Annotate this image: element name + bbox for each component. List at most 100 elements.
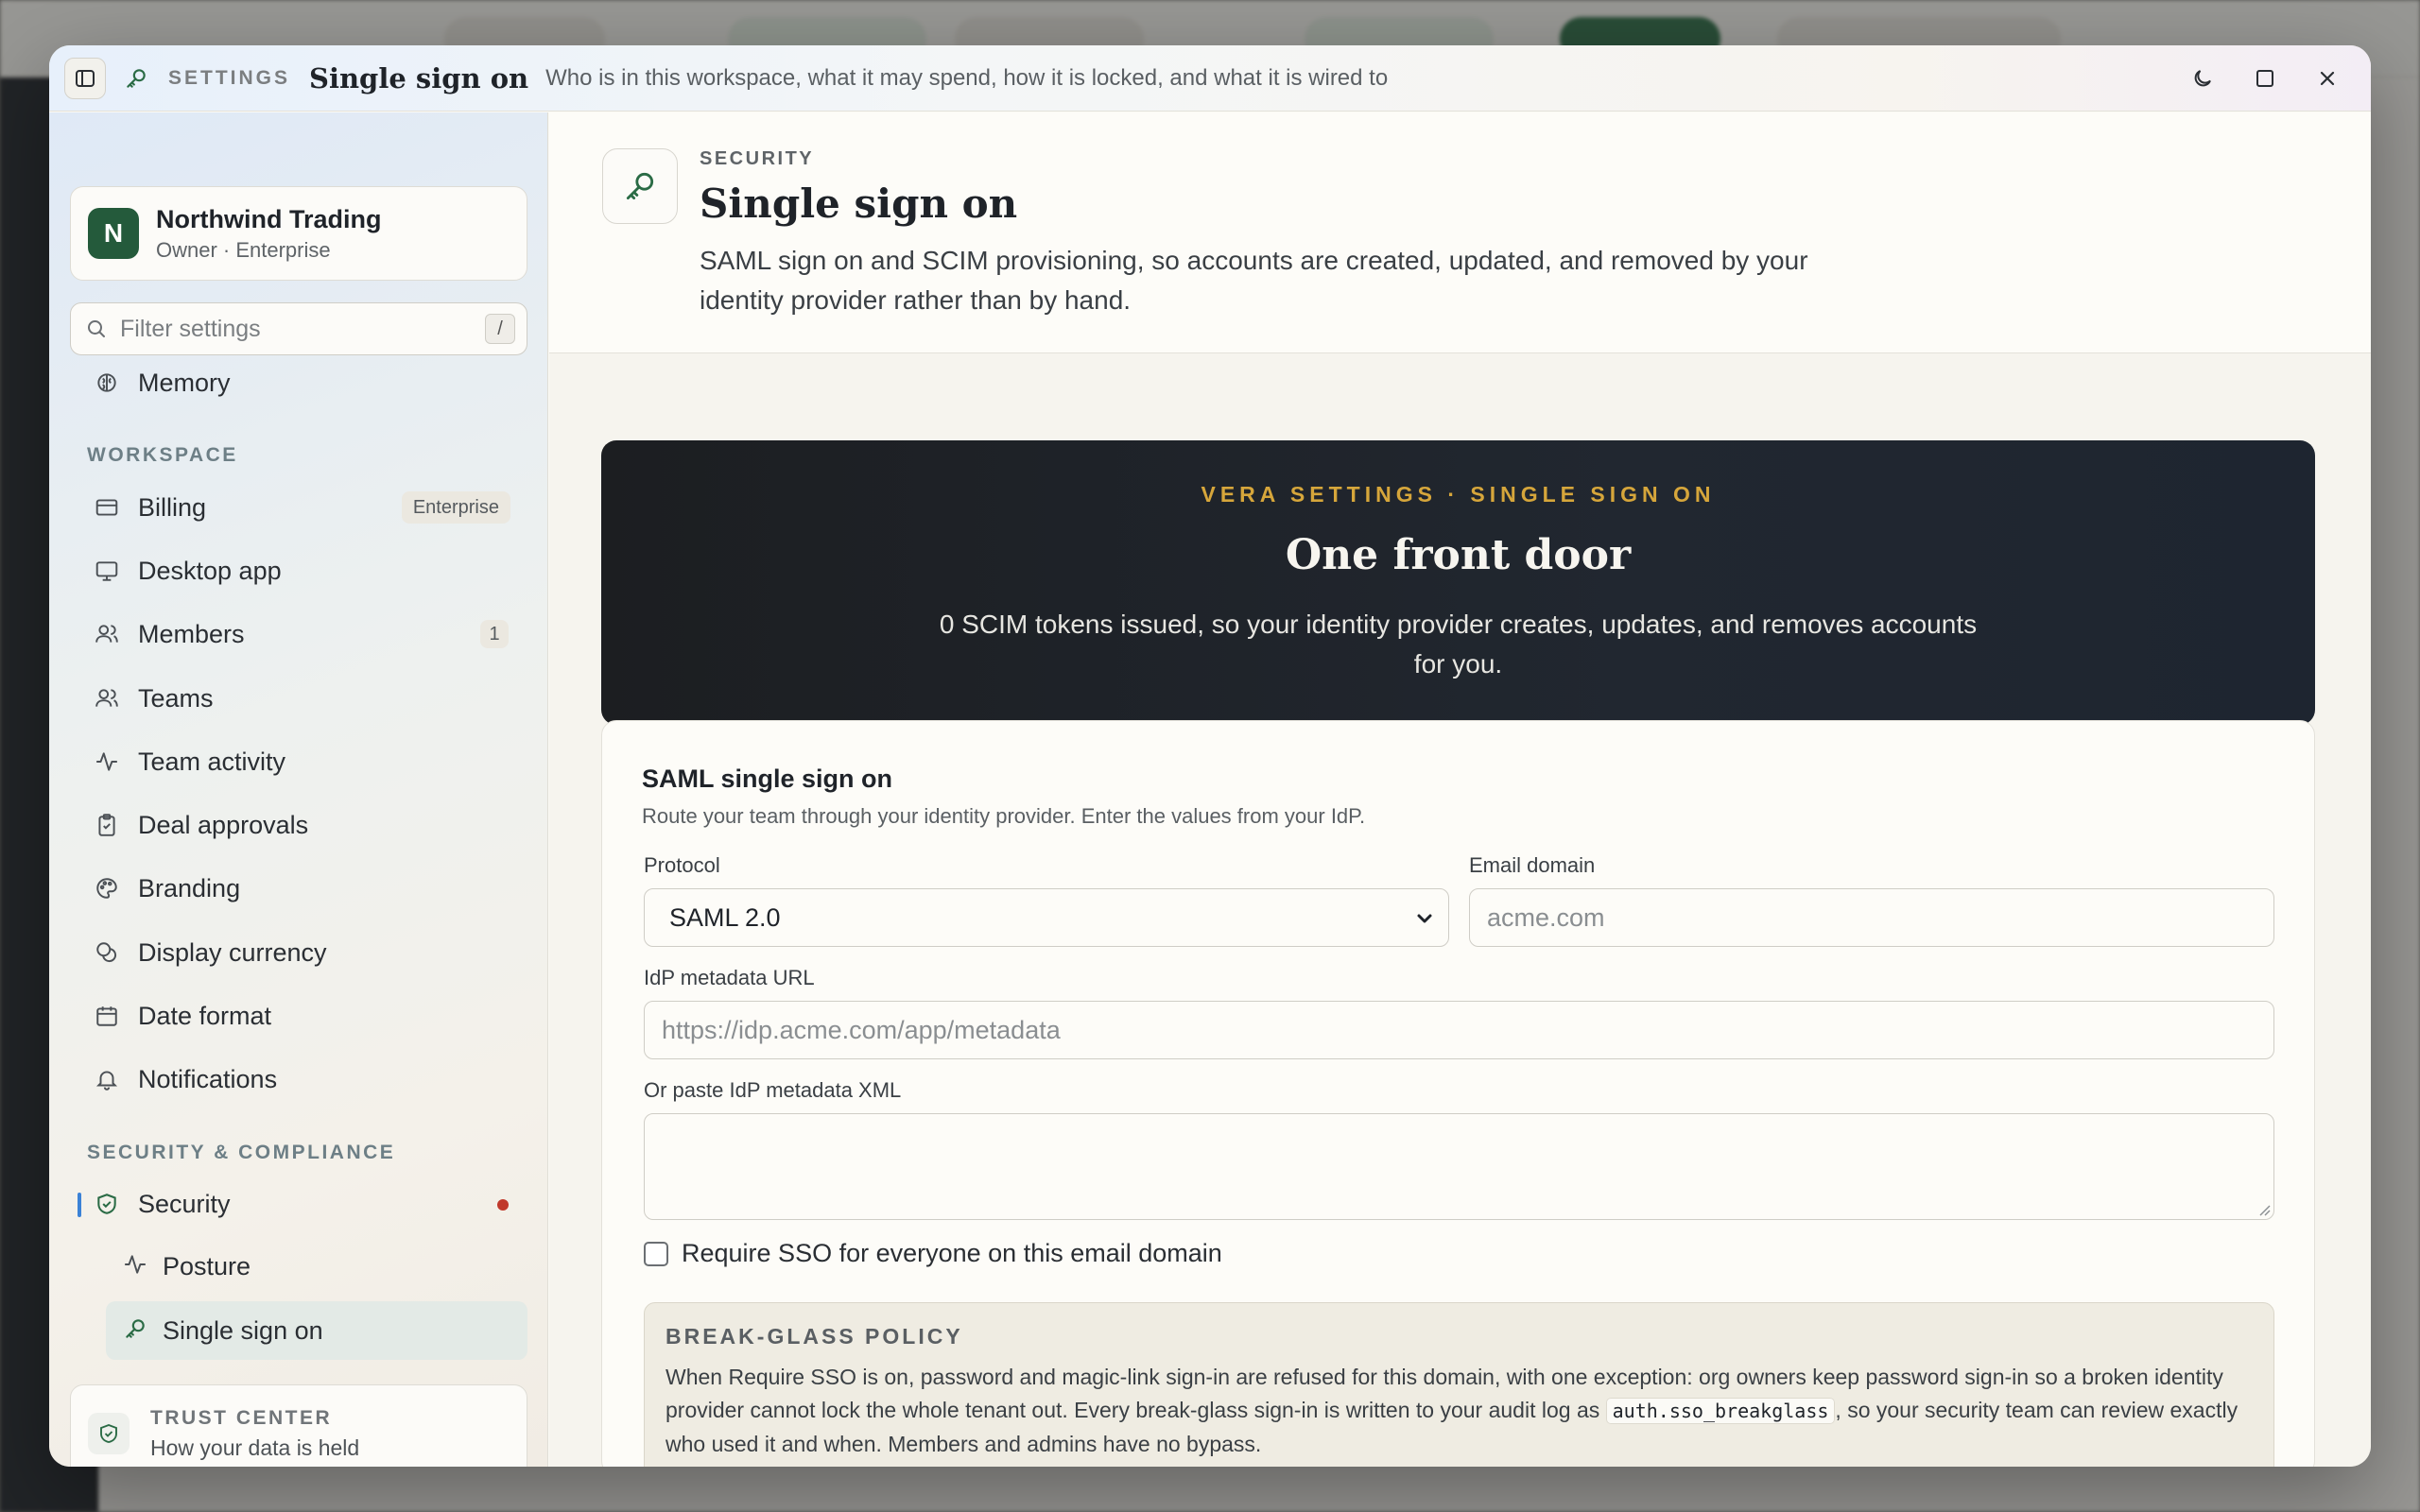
sidebar-item-label: Desktop app xyxy=(138,556,282,585)
close-button[interactable] xyxy=(2307,58,2348,99)
settings-modal: SETTINGS Single sign on Who is in this w… xyxy=(49,45,2371,1467)
sidebar-item-label: Date format xyxy=(138,1001,272,1030)
metadata-xml-textarea[interactable] xyxy=(644,1113,2274,1220)
sidebar-item-label: Branding xyxy=(138,873,241,902)
sidebar-item-branding[interactable]: Branding xyxy=(83,861,527,916)
modal-titlebar: SETTINGS Single sign on Who is in this w… xyxy=(49,45,2371,112)
key-icon xyxy=(123,1316,147,1346)
credit-card-icon xyxy=(93,493,121,522)
filter-settings-input[interactable]: Filter settings / xyxy=(70,302,527,355)
saml-subtitle: Route your team through your identity pr… xyxy=(642,804,1366,828)
hero-title: One front door xyxy=(1285,531,1632,579)
theme-toggle-button[interactable] xyxy=(2182,58,2223,99)
sidebar-item-display-currency[interactable]: Display currency xyxy=(83,925,527,980)
activity-icon xyxy=(123,1252,147,1281)
sidebar-item-label: Single sign on xyxy=(163,1315,323,1345)
window-eyebrow: SETTINGS xyxy=(168,66,291,89)
filter-placeholder: Filter settings xyxy=(120,315,261,342)
email-domain-input[interactable]: acme.com xyxy=(1469,888,2274,947)
coins-icon xyxy=(93,938,121,967)
active-section-indicator xyxy=(78,1193,81,1217)
require-sso-checkbox[interactable] xyxy=(644,1241,668,1266)
sidebar-item-label: Deal approvals xyxy=(138,810,309,839)
trust-center-link[interactable]: TRUST CENTER How your data is held xyxy=(70,1384,527,1467)
users-icon xyxy=(93,620,121,648)
org-role: Owner · Enterprise xyxy=(156,237,331,262)
window-title: Single sign on xyxy=(309,61,529,94)
sidebar-item-desktop-app[interactable]: Desktop app xyxy=(83,543,527,598)
maximize-icon xyxy=(2256,70,2273,87)
metadata-url-label: IdP metadata URL xyxy=(644,966,815,989)
sidebar-item-security[interactable]: Security xyxy=(83,1177,527,1231)
sidebar-item-teams[interactable]: Teams xyxy=(83,671,527,726)
maximize-button[interactable] xyxy=(2244,58,2286,99)
bell-icon xyxy=(93,1065,121,1093)
sidebar-item-label: Security xyxy=(138,1189,231,1218)
sidebar-item-label: Notifications xyxy=(138,1064,278,1093)
shield-check-icon xyxy=(88,1413,130,1454)
window-controls xyxy=(2182,58,2348,99)
brain-icon xyxy=(93,369,121,397)
metadata-url-input[interactable]: https://idp.acme.com/app/metadata xyxy=(644,1001,2274,1059)
section-heading-workspace: WORKSPACE xyxy=(87,444,238,466)
email-domain-label: Email domain xyxy=(1469,853,1596,877)
sidebar-item-label: Members xyxy=(138,619,245,648)
hero-eyebrow: VERA SETTINGS · SINGLE SIGN ON xyxy=(1201,482,1716,507)
sidebar-item-label: Memory xyxy=(138,368,231,397)
sidebar-item-label: Posture xyxy=(163,1251,251,1280)
saml-title: SAML single sign on xyxy=(642,765,893,793)
page-description: SAML sign on and SCIM provisioning, so a… xyxy=(700,246,1808,315)
org-avatar: N xyxy=(88,208,139,259)
clipboard-check-icon xyxy=(93,811,121,839)
shield-check-icon xyxy=(93,1190,121,1218)
sidebar-item-posture[interactable]: Posture xyxy=(106,1237,527,1296)
page-header: SECURITY Single sign on SAML sign on and… xyxy=(549,112,2371,353)
break-glass-policy: BREAK-GLASS POLICY When Require SSO is o… xyxy=(644,1302,2274,1467)
require-sso-label: Require SSO for everyone on this email d… xyxy=(682,1239,1222,1267)
metadata-xml-label: Or paste IdP metadata XML xyxy=(644,1078,902,1102)
chevron-down-icon xyxy=(1417,914,1432,923)
sidebar-item-deal-approvals[interactable]: Deal approvals xyxy=(83,798,527,852)
hero-banner: VERA SETTINGS · SINGLE SIGN ON One front… xyxy=(601,440,2315,725)
settings-sidebar: N Northwind Trading Owner · Enterprise F… xyxy=(49,112,548,1467)
protocol-value: SAML 2.0 xyxy=(669,902,781,932)
audit-event-code: auth.sso_breakglass xyxy=(1605,1398,1836,1424)
plan-badge: Enterprise xyxy=(401,491,510,524)
sidebar-item-members[interactable]: Members 1 xyxy=(83,607,527,662)
org-name: Northwind Trading xyxy=(156,204,382,233)
hero-description: 0 SCIM tokens issued, so your identity p… xyxy=(939,610,1978,679)
sidebar-item-label: Billing xyxy=(138,492,207,522)
protocol-label: Protocol xyxy=(644,853,720,877)
search-icon xyxy=(88,320,105,337)
resize-handle-icon xyxy=(2259,1205,2271,1216)
page-title: Single sign on xyxy=(700,180,1018,227)
sidebar-toggle-icon xyxy=(76,69,95,87)
sidebar-item-date-format[interactable]: Date format xyxy=(83,988,527,1043)
org-switcher[interactable]: N Northwind Trading Owner · Enterprise xyxy=(70,186,527,281)
shortcut-key: / xyxy=(485,314,515,344)
palette-icon xyxy=(93,874,121,902)
trust-center-subtitle: How your data is held xyxy=(150,1435,360,1460)
calendar-icon xyxy=(93,1002,121,1030)
sidebar-item-notifications[interactable]: Notifications xyxy=(83,1052,527,1107)
security-alert-dot xyxy=(497,1199,509,1211)
sidebar-item-single-sign-on[interactable]: Single sign on xyxy=(106,1301,527,1360)
toggle-sidebar-button[interactable] xyxy=(64,57,106,99)
trust-center-title: TRUST CENTER xyxy=(150,1406,333,1429)
sidebar-item-label: Team activity xyxy=(138,747,286,776)
sidebar-item-label: Teams xyxy=(138,683,214,713)
require-sso-row[interactable]: Require SSO for everyone on this email d… xyxy=(644,1239,1222,1268)
key-icon xyxy=(602,148,678,224)
window-subtitle: Who is in this workspace, what it may sp… xyxy=(545,64,1389,91)
members-count-badge: 1 xyxy=(480,620,509,648)
moon-icon xyxy=(2194,70,2211,87)
protocol-select[interactable]: SAML 2.0 xyxy=(644,888,1449,947)
sidebar-item-billing[interactable]: Billing Enterprise xyxy=(83,480,527,535)
close-icon xyxy=(2320,71,2335,86)
section-heading-security: SECURITY & COMPLIANCE xyxy=(87,1142,396,1163)
sidebar-item-label: Display currency xyxy=(138,937,327,967)
page-eyebrow: SECURITY xyxy=(700,148,815,169)
sidebar-item-memory[interactable]: Memory xyxy=(83,355,527,410)
policy-title: BREAK-GLASS POLICY xyxy=(666,1324,963,1349)
sidebar-item-team-activity[interactable]: Team activity xyxy=(83,734,527,789)
